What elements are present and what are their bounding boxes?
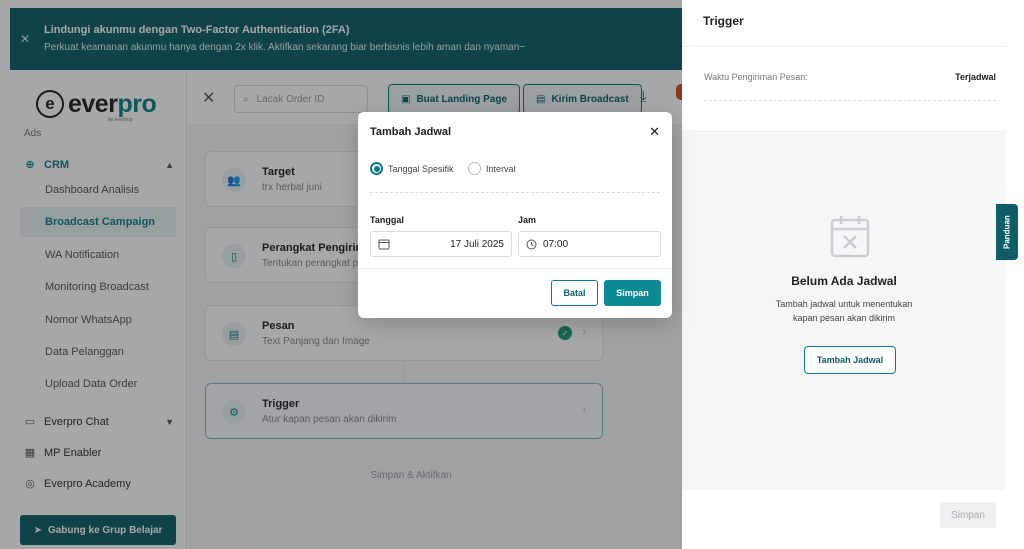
send-time-value: Terjadwal (955, 72, 996, 82)
panel-dashed-divider (704, 100, 996, 101)
radio-specific-date[interactable]: Tanggal Spesifik (370, 162, 454, 175)
time-field[interactable]: 07:00 (518, 231, 661, 257)
radio-label: Interval (486, 163, 516, 174)
panel-divider (682, 46, 1006, 47)
radio-label: Tanggal Spesifik (388, 163, 454, 174)
modal-dashed-divider (370, 192, 660, 193)
cancel-button[interactable]: Batal (551, 280, 598, 306)
add-schedule-button[interactable]: Tambah Jadwal (804, 346, 896, 374)
clock-icon (526, 239, 537, 249)
empty-calendar-icon (830, 216, 870, 258)
date-value: 17 Juli 2025 (450, 238, 504, 250)
time-value: 07:00 (543, 238, 569, 250)
modal-close-icon[interactable]: ✕ (649, 124, 660, 140)
empty-state-description: Tambah jadwal untuk menentukan kapan pes… (775, 299, 913, 323)
date-label: Tanggal (370, 215, 404, 225)
radio-unselected-icon (468, 162, 481, 175)
time-label: Jam (518, 215, 537, 225)
save-button[interactable]: Simpan (604, 280, 661, 306)
send-time-label: Waktu Pengiriman Pesan: (704, 72, 808, 82)
radio-selected-icon (370, 162, 383, 175)
calendar-icon (378, 239, 390, 250)
guide-tab[interactable]: Panduan (996, 204, 1018, 260)
panel-title: Trigger (703, 14, 744, 28)
modal-title: Tambah Jadwal (370, 126, 452, 138)
empty-state-title: Belum Ada Jadwal (791, 274, 897, 288)
add-schedule-modal: Tambah Jadwal ✕ Tanggal Spesifik Interva… (358, 112, 672, 318)
date-field[interactable]: 17 Juli 2025 (370, 231, 512, 257)
modal-footer-divider (358, 268, 672, 269)
radio-interval[interactable]: Interval (468, 162, 516, 175)
panel-save-button[interactable]: Simpan (940, 502, 996, 528)
trigger-panel: Trigger Waktu Pengiriman Pesan: Terjadwa… (682, 0, 1006, 549)
